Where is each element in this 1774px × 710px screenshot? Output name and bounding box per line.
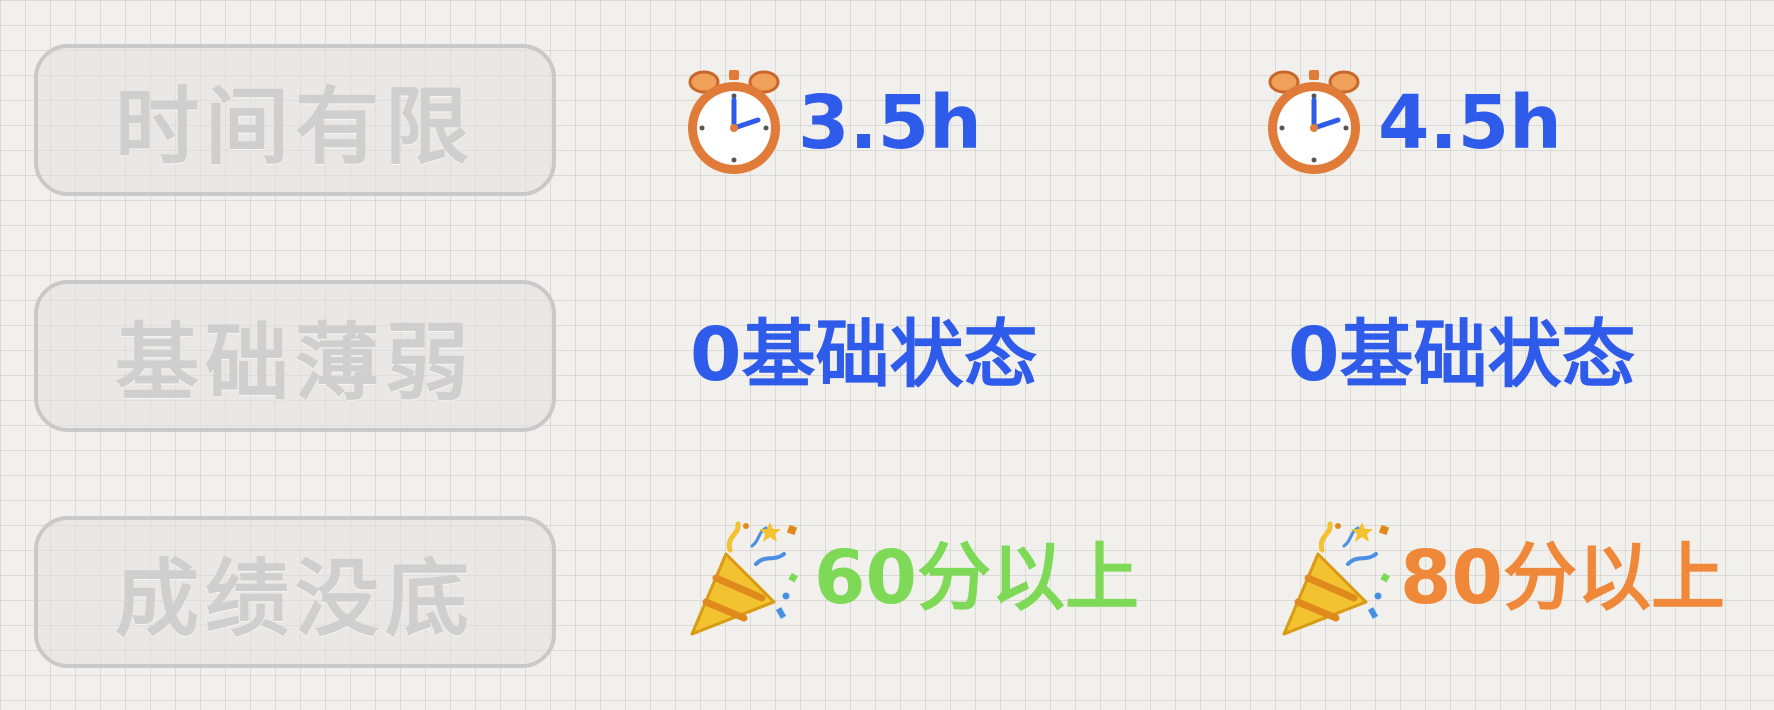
label-box-weak-foundation: 基础薄弱 xyxy=(34,280,556,432)
row2-right-cell: 0基础状态 xyxy=(1288,318,1636,392)
label-box-uncertain-grades: 成绩没底 xyxy=(34,516,556,668)
row1-right-cell: 4.5h xyxy=(1262,68,1562,178)
row2-left-value: 0基础状态 xyxy=(690,312,1038,398)
party-popper-icon xyxy=(1278,516,1402,640)
row2-right-value: 0基础状态 xyxy=(1288,312,1636,398)
row1-right-value: 4.5h xyxy=(1378,80,1562,166)
label-time-limited: 时间有限 xyxy=(114,77,475,176)
party-popper-icon xyxy=(686,516,810,640)
row1-left-cell: 3.5h xyxy=(682,68,982,178)
label-weak-foundation: 基础薄弱 xyxy=(114,313,475,412)
row3-right-cell: 80分以上 xyxy=(1278,516,1725,640)
row3-left-value: 60分以上 xyxy=(814,535,1139,621)
alarm-clock-icon xyxy=(682,68,786,178)
row2-left-cell: 0基础状态 xyxy=(690,318,1038,392)
label-uncertain-grades: 成绩没底 xyxy=(114,549,475,648)
label-box-time-limited: 时间有限 xyxy=(34,44,556,196)
row3-right-value: 80分以上 xyxy=(1400,535,1725,621)
row1-left-value: 3.5h xyxy=(798,80,982,166)
alarm-clock-icon xyxy=(1262,68,1366,178)
row3-left-cell: 60分以上 xyxy=(686,516,1139,640)
